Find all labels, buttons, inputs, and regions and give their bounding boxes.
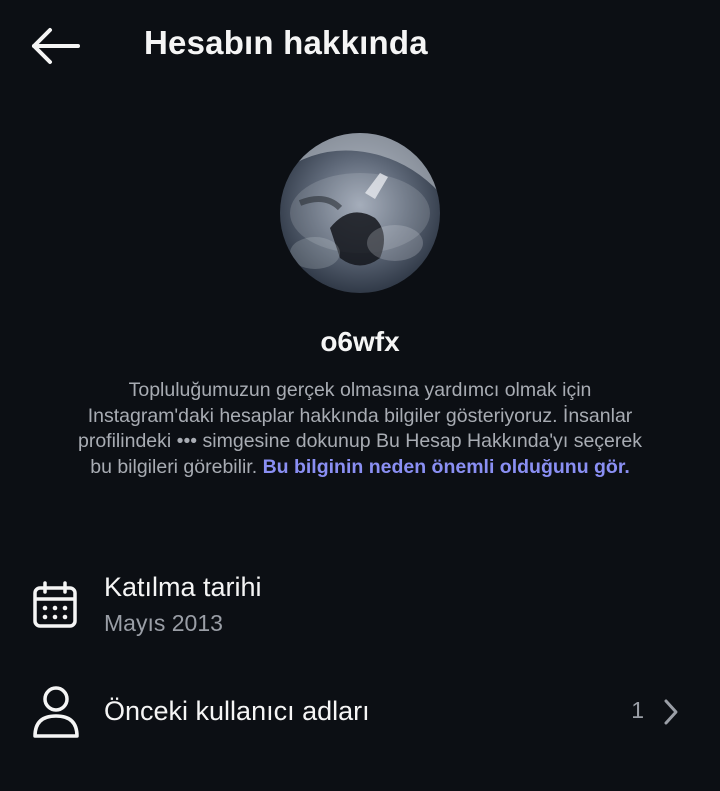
- person-icon: [33, 686, 79, 738]
- header-bar: Hesabın hakkında: [0, 0, 720, 92]
- former-usernames-count: 1: [631, 697, 644, 723]
- username: o6wfx: [320, 326, 400, 357]
- date-joined-row: Katılma tarihi Mayıs 2013: [0, 566, 720, 646]
- date-joined-value: Mayıs 2013: [104, 610, 223, 636]
- date-joined-label: Katılma tarihi: [104, 572, 262, 602]
- learn-more-link[interactable]: Bu bilginin neden önemli olduğunu gör.: [263, 456, 630, 478]
- page-title: Hesabın hakkında: [144, 24, 428, 61]
- profile-photo: [280, 133, 440, 269]
- back-button[interactable]: [28, 26, 82, 66]
- former-usernames-label: Önceki kullanıcı adları: [104, 696, 370, 726]
- info-paragraph: Topluluğumuzun gerçek olmasına yardımcı …: [70, 378, 650, 480]
- calendar-icon: [33, 581, 77, 628]
- chevron-right-icon: [664, 699, 678, 725]
- arrow-left-icon: [32, 28, 80, 64]
- avatar: [280, 133, 440, 293]
- former-usernames-row[interactable]: Önceki kullanıcı adları 1: [0, 676, 720, 748]
